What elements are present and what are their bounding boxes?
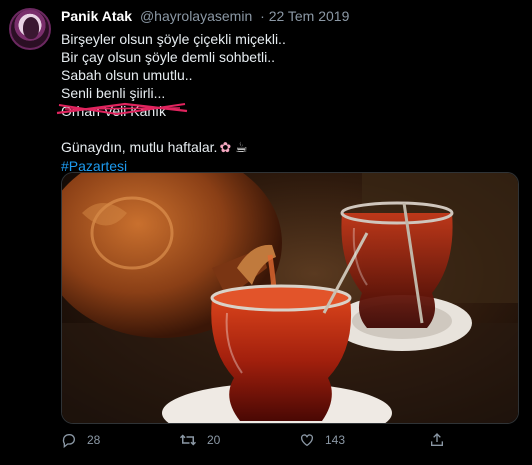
tweet-line: Birşeyler olsun şöyle çiçekli miçekli.. (61, 31, 286, 47)
retweet-count: 20 (207, 433, 221, 447)
greeting-text: Günaydın, mutlu haftalar. (61, 139, 218, 155)
hot-beverage-icon: ☕ (235, 140, 248, 156)
handle[interactable]: @hayrolayasemin (140, 8, 252, 24)
reply-button[interactable]: 28 (61, 432, 100, 448)
avatar[interactable] (9, 8, 51, 50)
display-name[interactable]: Panik Atak (61, 8, 132, 24)
separator-dot: · (260, 8, 265, 24)
retweet-icon (179, 434, 197, 446)
tweet-image[interactable] (61, 172, 519, 424)
tweet-header: Panik Atak @hayrolayasemin · 22 Tem 2019 (61, 8, 349, 24)
tweet-line: Sabah olsun umutlu.. (61, 67, 193, 83)
retweet-button[interactable]: 20 (179, 432, 220, 448)
share-icon (431, 433, 443, 446)
tweet-text: Birşeyler olsun şöyle çiçekli miçekli.. … (56, 30, 286, 175)
tea-pouring-photo (62, 173, 518, 423)
like-count: 143 (325, 433, 346, 447)
reply-count: 28 (87, 433, 101, 447)
tweet-date[interactable]: 22 Tem 2019 (269, 8, 350, 24)
tweet: Panik Atak @hayrolayasemin · 22 Tem 2019… (0, 0, 532, 465)
like-button[interactable]: 143 (299, 432, 345, 448)
heart-icon (301, 434, 313, 447)
scribble-strike-icon (56, 102, 188, 116)
cherry-blossom-icon: ✿ (219, 140, 232, 156)
reply-icon (62, 434, 75, 448)
tweet-line: Bir çay olsun şöyle demli sohbetli.. (61, 49, 275, 65)
struck-line: Orhan Veli Kanık (56, 102, 188, 120)
tweet-actions: 28 20 143 (61, 432, 481, 454)
share-button[interactable] (429, 432, 455, 448)
